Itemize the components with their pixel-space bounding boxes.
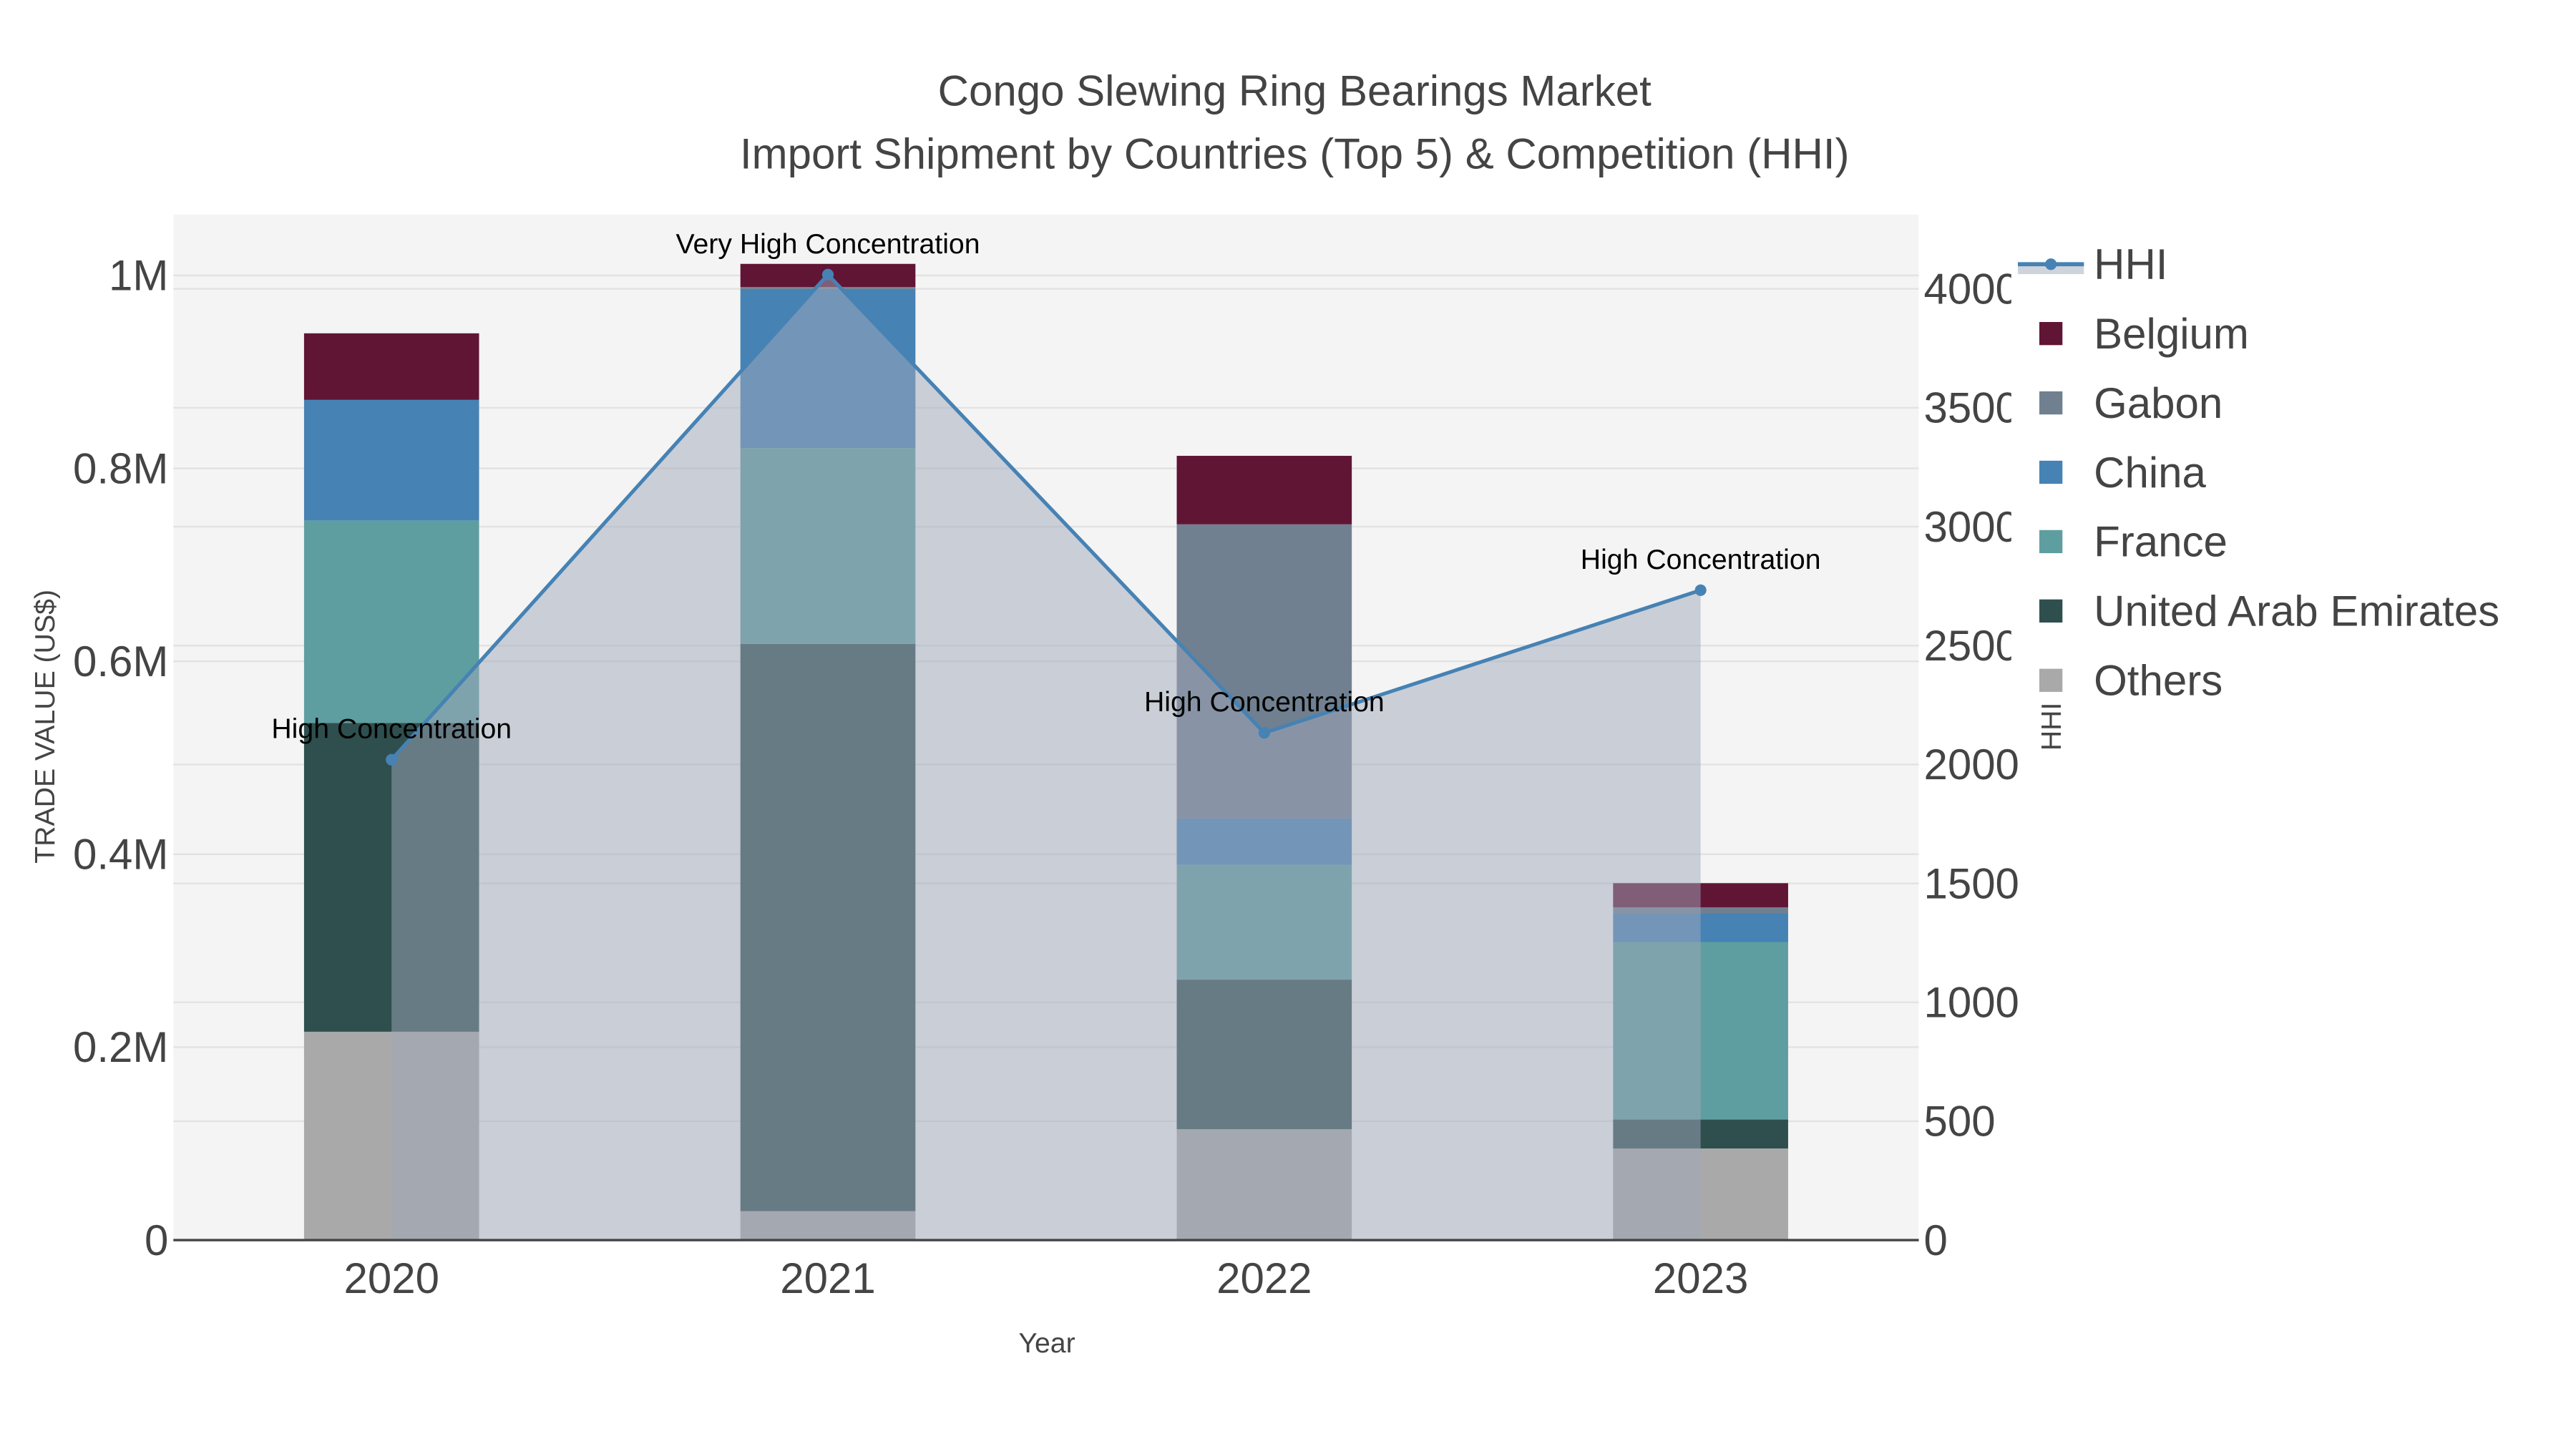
legend-swatch-france — [2039, 530, 2063, 554]
y-tick-label: 0.4M — [73, 831, 168, 879]
legend-swatch-gabon — [2039, 391, 2063, 415]
hhi-point-2022 — [1258, 727, 1270, 739]
legend-swatch-others — [2039, 668, 2063, 692]
y-tick-label: 0.8M — [73, 444, 168, 492]
y2-tick-label: 1000 — [1923, 979, 2019, 1027]
chart: High Concentration Very High Concentratio… — [29, 67, 2576, 1359]
chart-subtitle: Import Shipment by Countries (Top 5) & C… — [740, 130, 1850, 177]
x-tick-label: 2021 — [780, 1254, 875, 1302]
legend-swatch-belgium — [2039, 322, 2063, 346]
legend-swatch-china — [2039, 460, 2063, 484]
y2-tick-label: 4000 — [1923, 265, 2019, 313]
y2-tick-label: 2000 — [1923, 741, 2019, 789]
hhi-annotation-2022: High Concentration — [1144, 686, 1385, 718]
chart-title: Congo Slewing Ring Bearings Market — [938, 67, 1652, 115]
hhi-annotation-2020: High Concentration — [271, 713, 512, 745]
legend-label-hhi: HHI — [2094, 240, 2167, 288]
y-axis-ticks: 0 0.2M 0.4M 0.6M 0.8M 1M — [73, 252, 168, 1264]
y2-tick-label: 3000 — [1923, 503, 2019, 551]
x-axis-title: Year — [1018, 1327, 1075, 1359]
legend-label-china: China — [2094, 449, 2206, 497]
y-tick-label: 1M — [109, 252, 168, 300]
y-axis-title: TRADE VALUE (US$) — [29, 590, 61, 864]
y-tick-label: 0.2M — [73, 1023, 168, 1071]
x-axis-ticks: 2020 2021 2022 2023 — [343, 1254, 1748, 1302]
legend-label-others: Others — [2094, 657, 2223, 705]
y-tick-label: 0 — [145, 1216, 168, 1264]
y-tick-label: 0.6M — [73, 638, 168, 686]
x-tick-label: 2020 — [343, 1254, 439, 1302]
y2-tick-label: 500 — [1923, 1098, 1995, 1146]
y2-tick-label: 2500 — [1923, 622, 2019, 670]
legend-label-gabon: Gabon — [2094, 379, 2223, 427]
legend-hhi-marker-icon — [2045, 258, 2057, 270]
legend-label-belgium: Belgium — [2094, 310, 2249, 358]
hhi-point-2020 — [386, 753, 398, 766]
y2-axis-title: HHI — [2036, 703, 2067, 751]
hhi-point-2023 — [1694, 584, 1707, 596]
hhi-annotation-2021: Very High Concentration — [675, 228, 980, 260]
bar-belgium-2020 — [303, 333, 479, 400]
legend-swatch-united-arab-emirates — [2039, 599, 2063, 623]
y2-tick-label: 0 — [1923, 1216, 1947, 1264]
legend-label-united-arab-emirates: United Arab Emirates — [2094, 587, 2499, 635]
legend-label-france: France — [2094, 518, 2228, 566]
hhi-point-2021 — [821, 268, 834, 280]
y2-tick-label: 1500 — [1923, 859, 2019, 907]
x-tick-label: 2022 — [1216, 1254, 1312, 1302]
bar-china-2020 — [303, 399, 479, 521]
x-tick-label: 2023 — [1653, 1254, 1748, 1302]
y2-tick-label: 3500 — [1923, 384, 2019, 432]
hhi-annotation-2023: High Concentration — [1581, 544, 1821, 575]
bar-belgium-2022 — [1176, 456, 1352, 525]
y2-axis-ticks: 0 500 1000 1500 2000 2500 3000 3500 4000 — [1923, 265, 2019, 1264]
